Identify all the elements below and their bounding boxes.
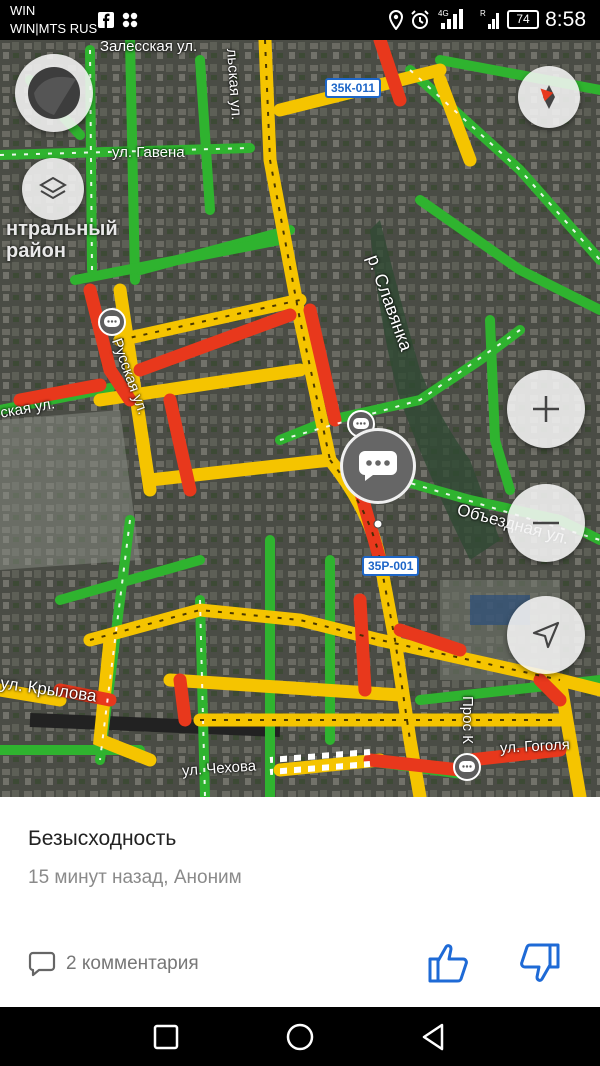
layers-button[interactable]: [22, 158, 84, 220]
comment-icon: [28, 951, 56, 977]
event-title: Безысходность: [28, 827, 177, 850]
navigation-arrow-icon: [532, 621, 560, 649]
dislike-button[interactable]: [514, 939, 562, 987]
alarm-icon: [411, 10, 429, 29]
chat-bubble-icon: [353, 418, 369, 429]
layers-icon: [39, 176, 67, 200]
selected-event-pin[interactable]: [340, 428, 416, 504]
square-icon[interactable]: [150, 1021, 182, 1053]
road-label-prosp: Прос К: [459, 696, 476, 744]
profile-avatar-icon: [28, 67, 80, 119]
like-button[interactable]: [426, 939, 474, 987]
chat-pin[interactable]: [98, 308, 126, 336]
circle-icon[interactable]: [284, 1021, 316, 1053]
carrier-name: WIN: [10, 3, 36, 18]
svg-text:R: R: [480, 9, 486, 18]
road-label-zalesskaya: Залесская ул.: [100, 40, 198, 55]
road-label-gavena: ул. Гавена: [112, 144, 185, 161]
plus-icon: [533, 396, 559, 422]
locate-button[interactable]: [507, 596, 585, 674]
facebook-icon: [98, 12, 114, 28]
comments-link[interactable]: 2 комментария: [28, 951, 199, 977]
event-card[interactable]: Безысходность 15 минут назад, Аноним 2 к…: [0, 797, 600, 1007]
map-view[interactable]: Залесская ул. ул. Гавена льская ул. нтра…: [0, 40, 600, 797]
chat-bubble-icon: [104, 316, 120, 327]
comments-count: 2 комментария: [66, 953, 199, 974]
zoom-in-button[interactable]: [507, 370, 585, 448]
compass-button[interactable]: [518, 66, 580, 128]
menu-button[interactable]: [15, 54, 93, 132]
compass-icon: [540, 85, 555, 109]
location-icon: [388, 10, 404, 30]
minus-icon: [533, 521, 559, 525]
system-nav-bar: [0, 1007, 600, 1066]
road-shield: 35К-011: [325, 78, 382, 98]
chat-bubble-icon: [359, 451, 397, 481]
zoom-out-button[interactable]: [507, 484, 585, 562]
road-shield: 35Р-001: [362, 556, 420, 576]
svg-text:4G: 4G: [438, 9, 449, 18]
district-label: нтральный район: [6, 218, 118, 262]
wifi-4g-icon: R: [480, 9, 499, 29]
status-bar: WIN WIN|MTS RUS 4G R 74 8:58: [0, 0, 600, 40]
signal-icon: 4G: [438, 9, 463, 29]
chat-bubble-icon: [459, 761, 475, 772]
battery-icon: 74: [507, 10, 539, 29]
triangle-back-icon[interactable]: [418, 1021, 450, 1053]
status-time: 8:58: [545, 8, 586, 31]
carrier-name-secondary: WIN|MTS RUS: [10, 21, 98, 36]
grid-icon: [122, 12, 138, 28]
event-meta: 15 минут назад, Аноним: [28, 867, 242, 888]
chat-pin[interactable]: [453, 753, 481, 781]
